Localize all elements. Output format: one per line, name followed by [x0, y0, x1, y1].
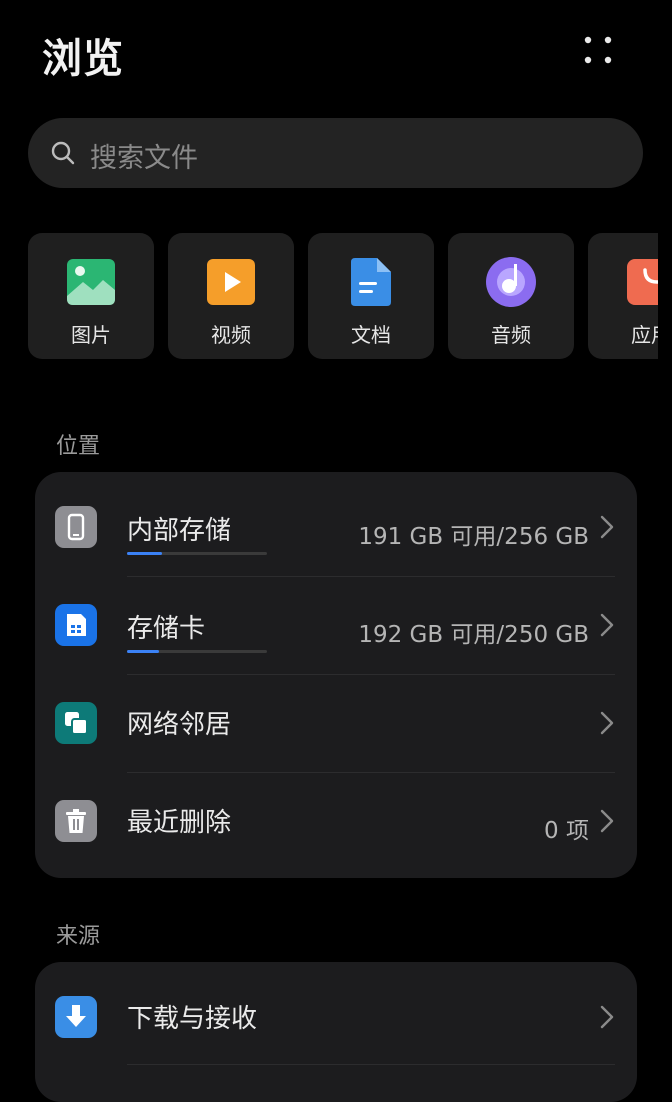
storage-usage-fill	[127, 650, 160, 653]
sd-card-icon	[55, 604, 97, 646]
chevron-right-icon	[600, 809, 614, 833]
category-audio[interactable]: 音频	[448, 233, 574, 359]
more-options-button[interactable]	[578, 30, 620, 72]
location-item-label: 存储卡	[127, 614, 206, 644]
video-icon	[207, 259, 255, 305]
category-label: 图片	[71, 323, 111, 347]
section-title-location: 位置	[56, 434, 101, 459]
chevron-right-icon	[600, 711, 614, 735]
trash-icon	[55, 800, 97, 842]
category-images[interactable]: 图片	[28, 233, 154, 359]
location-item-label: 网络邻居	[127, 710, 232, 740]
storage-usage-bar	[127, 650, 267, 653]
category-videos[interactable]: 视频	[168, 233, 294, 359]
network-icon	[55, 702, 97, 744]
location-item-recently-deleted[interactable]: 最近删除 0 项	[35, 772, 637, 870]
source-item-downloads[interactable]: 下载与接收	[35, 968, 637, 1066]
divider	[127, 1064, 615, 1065]
location-item-sd-card[interactable]: 存储卡 192 GB 可用/250 GB	[35, 576, 637, 674]
chevron-right-icon	[600, 1005, 614, 1029]
location-item-network[interactable]: 网络邻居	[35, 674, 637, 772]
download-icon	[55, 996, 97, 1038]
item-count: 0 项	[544, 818, 589, 844]
section-title-source: 来源	[56, 924, 101, 949]
source-card: 下载与接收	[35, 962, 637, 1102]
category-apps[interactable]: 应用	[588, 233, 658, 359]
storage-usage-bar	[127, 552, 267, 555]
more-dots-icon	[584, 36, 612, 64]
phone-icon	[55, 506, 97, 548]
chevron-right-icon	[600, 613, 614, 637]
category-label: 视频	[211, 323, 251, 347]
storage-usage-fill	[127, 552, 162, 555]
category-label: 音频	[491, 323, 531, 347]
search-icon	[51, 141, 75, 165]
chevron-right-icon	[600, 515, 614, 539]
source-item-label: 下载与接收	[127, 1004, 258, 1034]
document-icon	[351, 258, 391, 306]
storage-capacity: 192 GB 可用/250 GB	[358, 622, 589, 648]
storage-capacity: 191 GB 可用/256 GB	[358, 524, 589, 550]
location-item-label: 内部存储	[127, 516, 232, 546]
audio-icon	[486, 257, 536, 307]
category-documents[interactable]: 文档	[308, 233, 434, 359]
page-title: 浏览	[42, 36, 124, 82]
app-icon	[627, 259, 658, 305]
location-card: 内部存储 191 GB 可用/256 GB 存储卡 192 GB 可用/250 …	[35, 472, 637, 878]
image-icon	[67, 259, 115, 305]
category-label: 文档	[351, 323, 391, 347]
category-strip[interactable]: 图片 视频 文档 音频 应用	[28, 233, 658, 359]
search-placeholder: 搜索文件	[90, 143, 198, 174]
search-bar[interactable]: 搜索文件	[28, 118, 643, 188]
location-item-label: 最近删除	[127, 808, 232, 838]
category-label: 应用	[631, 323, 658, 347]
location-item-internal-storage[interactable]: 内部存储 191 GB 可用/256 GB	[35, 478, 637, 576]
